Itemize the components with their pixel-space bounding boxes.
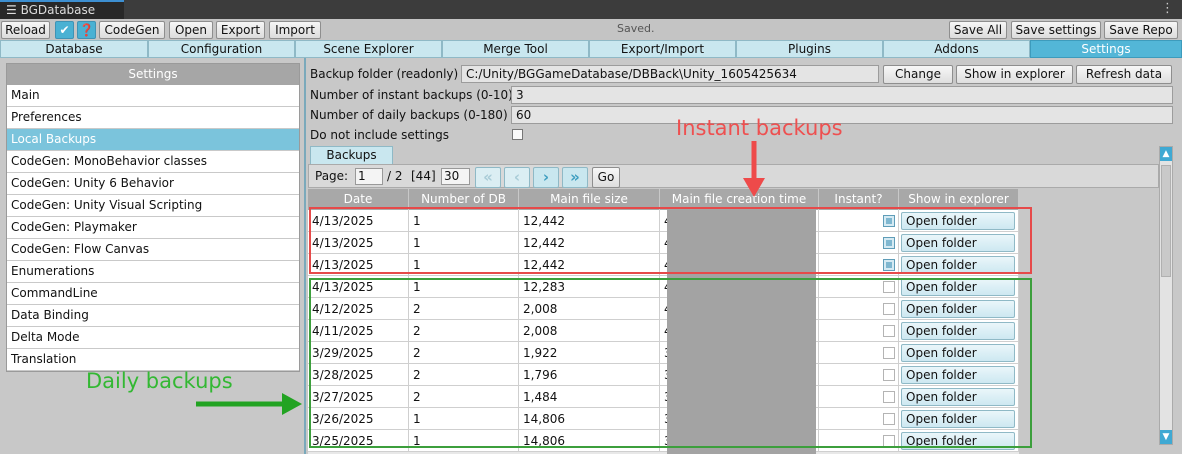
daily-backups-highlight bbox=[309, 278, 1032, 448]
sidebar-item-preferences[interactable]: Preferences bbox=[7, 107, 299, 129]
pager: Page: 1 / 2 [44] 30 « ‹ › » Go bbox=[308, 164, 1159, 188]
tab-plugins[interactable]: Plugins bbox=[736, 40, 883, 58]
go-button[interactable]: Go bbox=[592, 167, 620, 188]
sidebar-item-translation[interactable]: Translation bbox=[7, 349, 299, 371]
backup-folder-field: C:/Unity/BGGameDatabase/DBBack\Unity_160… bbox=[461, 65, 879, 83]
table-scrollbar[interactable]: ▲ ▼ bbox=[1159, 146, 1173, 445]
backup-folder-label: Backup folder (readonly) bbox=[310, 67, 459, 81]
tab-backups[interactable]: Backups bbox=[310, 146, 393, 165]
double-chevron-left-icon[interactable]: « bbox=[475, 167, 501, 188]
sidebar-title: Settings bbox=[7, 64, 299, 85]
sidebar-item-commandline[interactable]: CommandLine bbox=[7, 283, 299, 305]
title-bar: ☰ BGDatabase ⋮ bbox=[0, 0, 1182, 19]
scroll-up-icon[interactable]: ▲ bbox=[1160, 147, 1172, 161]
tab-export-import[interactable]: Export/Import bbox=[589, 40, 736, 58]
green-arrow-icon bbox=[196, 393, 302, 415]
help-icon[interactable]: ❓ bbox=[77, 21, 96, 39]
settings-sidebar: Settings Main Preferences Local Backups … bbox=[6, 63, 300, 372]
no-settings-checkbox[interactable] bbox=[512, 129, 523, 140]
hamburger-icon: ☰ bbox=[6, 3, 21, 17]
save-settings-button[interactable]: Save settings bbox=[1011, 21, 1101, 39]
instant-backups-label: Number of instant backups (0-10) bbox=[310, 88, 513, 102]
sidebar-item-enumerations[interactable]: Enumerations bbox=[7, 261, 299, 283]
kebab-menu-icon[interactable]: ⋮ bbox=[1161, 1, 1174, 16]
sidebar-item-main[interactable]: Main bbox=[7, 85, 299, 107]
instant-backups-input[interactable]: 3 bbox=[511, 86, 1173, 104]
check-icon[interactable]: ✔ bbox=[55, 21, 74, 39]
sidebar-item-codegen-unity6-behavior[interactable]: CodeGen: Unity 6 Behavior bbox=[7, 173, 299, 195]
instant-backups-highlight bbox=[309, 207, 1032, 274]
status-text: Saved. bbox=[617, 22, 655, 35]
double-chevron-right-icon[interactable]: » bbox=[562, 167, 588, 188]
save-repo-button[interactable]: Save Repo bbox=[1104, 21, 1178, 39]
refresh-data-button[interactable]: Refresh data bbox=[1076, 65, 1172, 84]
chevron-left-icon[interactable]: ‹ bbox=[504, 167, 530, 188]
window-title: BGDatabase bbox=[20, 3, 96, 17]
reload-button[interactable]: Reload bbox=[1, 21, 50, 39]
sidebar-item-codegen-monobehavior[interactable]: CodeGen: MonoBehavior classes bbox=[7, 151, 299, 173]
total-count: [44] bbox=[411, 169, 436, 183]
scroll-thumb[interactable] bbox=[1161, 165, 1171, 277]
scroll-down-icon[interactable]: ▼ bbox=[1160, 430, 1172, 444]
change-button[interactable]: Change bbox=[883, 65, 953, 84]
export-button[interactable]: Export bbox=[216, 21, 265, 39]
tab-configuration[interactable]: Configuration bbox=[148, 40, 295, 58]
window-tab[interactable]: ☰ BGDatabase bbox=[0, 0, 124, 19]
save-all-button[interactable]: Save All bbox=[949, 21, 1007, 39]
sidebar-item-delta-mode[interactable]: Delta Mode bbox=[7, 327, 299, 349]
sidebar-item-codegen-playmaker[interactable]: CodeGen: Playmaker bbox=[7, 217, 299, 239]
sidebar-item-codegen-flow-canvas[interactable]: CodeGen: Flow Canvas bbox=[7, 239, 299, 261]
no-settings-label: Do not include settings bbox=[310, 128, 450, 142]
show-in-explorer-button[interactable]: Show in explorer bbox=[956, 65, 1073, 84]
page-label: Page: bbox=[315, 169, 349, 183]
toolbar: Reload ✔ ❓ CodeGen Open Export Import Sa… bbox=[0, 19, 1182, 40]
daily-backups-label: Number of daily backups (0-180) bbox=[310, 108, 508, 122]
page-input[interactable]: 1 bbox=[355, 168, 383, 185]
tab-database[interactable]: Database bbox=[0, 40, 148, 58]
import-button[interactable]: Import bbox=[269, 21, 321, 39]
tab-addons[interactable]: Addons bbox=[883, 40, 1030, 58]
sidebar-item-codegen-visual-scripting[interactable]: CodeGen: Unity Visual Scripting bbox=[7, 195, 299, 217]
page-size-input[interactable]: 30 bbox=[441, 168, 470, 185]
open-button[interactable]: Open bbox=[169, 21, 213, 39]
tab-scene-explorer[interactable]: Scene Explorer bbox=[295, 40, 442, 58]
tab-settings[interactable]: Settings bbox=[1030, 40, 1182, 58]
panel-splitter[interactable] bbox=[304, 58, 306, 454]
chevron-right-icon[interactable]: › bbox=[533, 167, 559, 188]
daily-backups-annotation: Daily backups bbox=[86, 369, 233, 393]
sidebar-item-data-binding[interactable]: Data Binding bbox=[7, 305, 299, 327]
instant-backups-annotation: Instant backups bbox=[676, 116, 843, 140]
codegen-button[interactable]: CodeGen bbox=[99, 21, 165, 39]
main-tabs: Database Configuration Scene Explorer Me… bbox=[0, 40, 1182, 58]
tab-merge-tool[interactable]: Merge Tool bbox=[442, 40, 589, 58]
total-pages: / 2 bbox=[387, 169, 403, 183]
sidebar-item-local-backups[interactable]: Local Backups bbox=[7, 129, 299, 151]
